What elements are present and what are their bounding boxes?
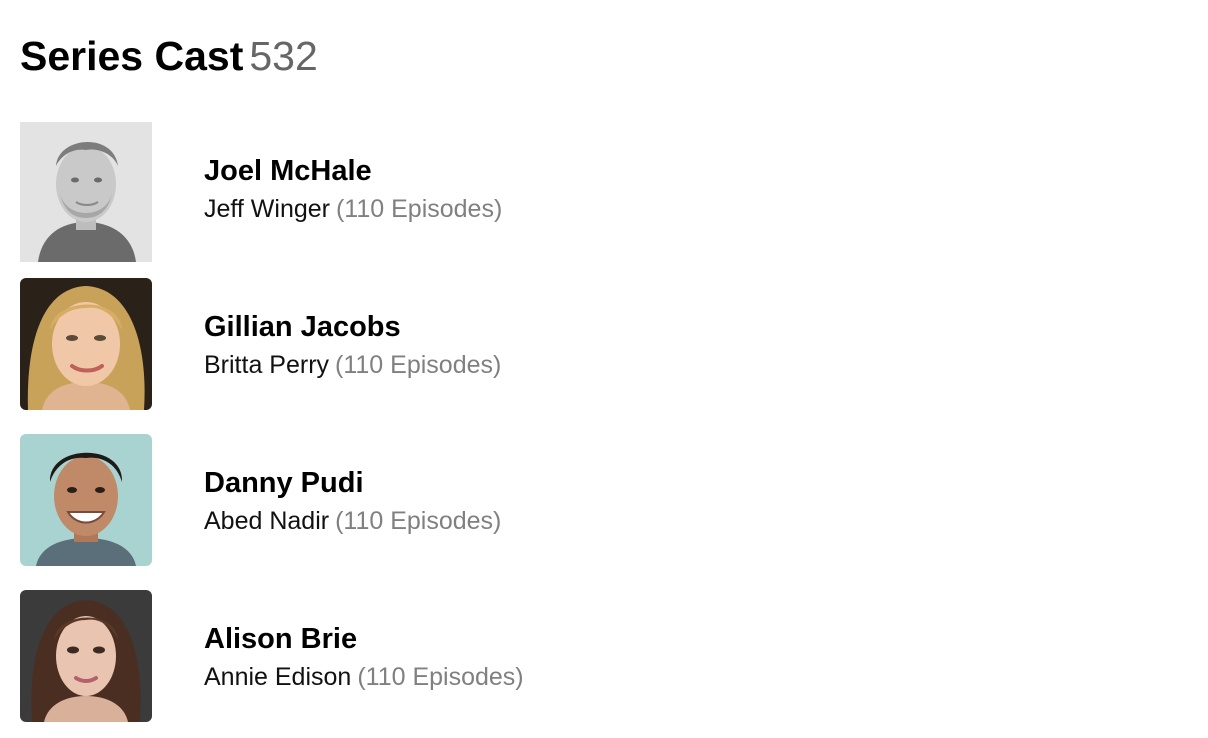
person-photo-icon — [20, 590, 152, 722]
cast-list-item[interactable]: Danny Pudi Abed Nadir (110 Episodes) — [20, 434, 1180, 566]
series-cast-section: Series Cast 532 Joel McHale Jeff Winger … — [0, 0, 1208, 738]
role-line: Annie Edison (110 Episodes) — [204, 658, 524, 696]
actor-photo[interactable] — [20, 278, 152, 410]
character-name: Annie Edison — [204, 663, 352, 691]
person-photo-icon — [20, 122, 152, 262]
role-line: Britta Perry (110 Episodes) — [204, 346, 501, 384]
section-title: Series Cast — [20, 33, 244, 79]
character-name: Jeff Winger — [204, 195, 330, 223]
cast-count: 532 — [249, 33, 318, 79]
role-line: Abed Nadir (110 Episodes) — [204, 502, 501, 540]
cast-info: Danny Pudi Abed Nadir (110 Episodes) — [204, 464, 501, 540]
actor-photo[interactable] — [20, 434, 152, 566]
actor-name[interactable]: Joel McHale — [204, 152, 502, 190]
actor-photo[interactable] — [20, 590, 152, 722]
episode-count: (110 Episodes) — [357, 663, 524, 691]
actor-name[interactable]: Gillian Jacobs — [204, 308, 501, 346]
cast-list: Joel McHale Jeff Winger (110 Episodes) G… — [20, 122, 1180, 738]
cast-info: Alison Brie Annie Edison (110 Episodes) — [204, 620, 524, 696]
cast-info: Joel McHale Jeff Winger (110 Episodes) — [204, 152, 502, 228]
person-photo-icon — [20, 434, 152, 566]
cast-list-item[interactable]: Gillian Jacobs Britta Perry (110 Episodes… — [20, 278, 1180, 410]
person-photo-icon — [20, 278, 152, 410]
cast-list-item[interactable]: Alison Brie Annie Edison (110 Episodes) — [20, 590, 1180, 722]
character-name: Abed Nadir — [204, 507, 330, 535]
role-line: Jeff Winger (110 Episodes) — [204, 190, 502, 228]
actor-photo[interactable] — [20, 122, 152, 262]
actor-name[interactable]: Alison Brie — [204, 620, 524, 658]
cast-info: Gillian Jacobs Britta Perry (110 Episodes… — [204, 308, 501, 384]
cast-list-item[interactable]: Joel McHale Jeff Winger (110 Episodes) — [20, 122, 1180, 262]
character-name: Britta Perry — [204, 351, 330, 379]
episode-count: (110 Episodes) — [335, 351, 502, 379]
episode-count: (110 Episodes) — [335, 195, 503, 223]
section-heading: Series Cast 532 — [20, 28, 318, 84]
episode-count: (110 Episodes) — [335, 507, 502, 535]
actor-name[interactable]: Danny Pudi — [204, 464, 501, 502]
